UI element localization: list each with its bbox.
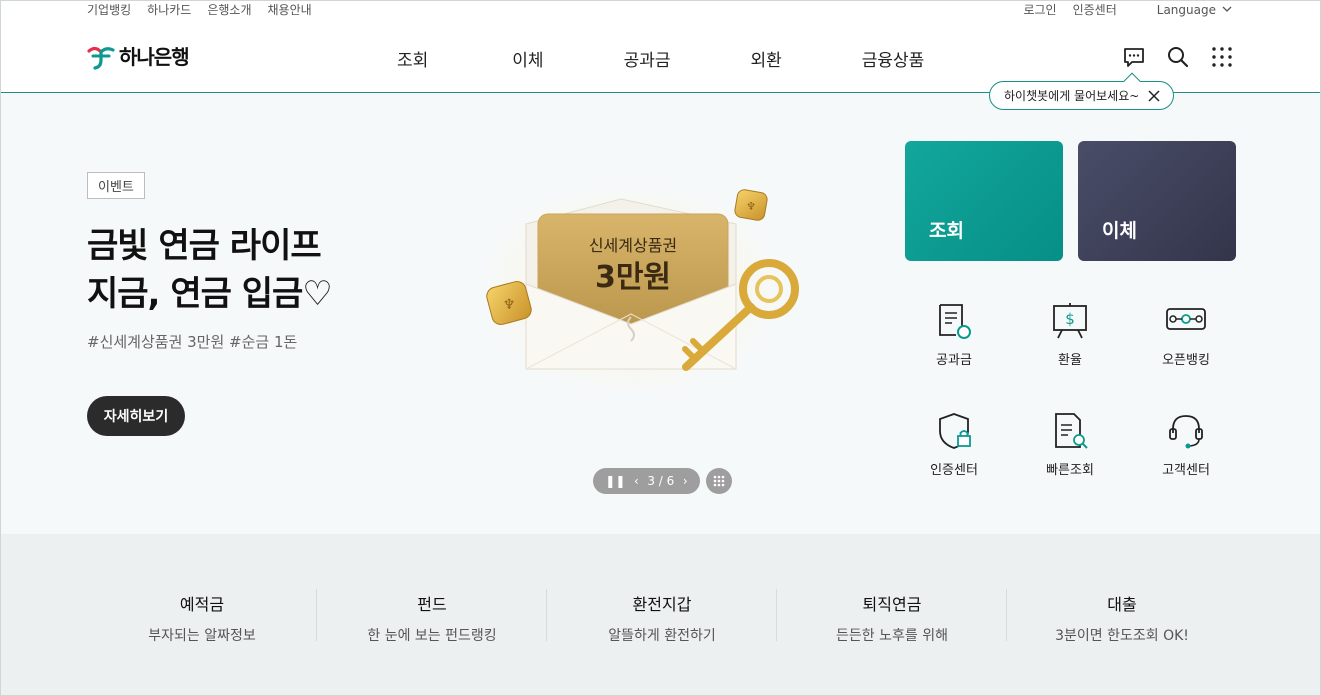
quick-fast-inquiry[interactable]: 빠른조회 <box>1025 411 1115 478</box>
chatbot-tooltip-text: 하이챗봇에게 물어보세요~ <box>1004 89 1140 103</box>
login-link[interactable]: 로그인 <box>1023 1 1056 18</box>
quick-open-banking-label: 오픈뱅킹 <box>1162 353 1210 368</box>
quick-customer-center-label: 고객센터 <box>1162 463 1210 478</box>
all-menu-icon[interactable] <box>1210 45 1234 69</box>
quick-fast-inquiry-label: 빠른조회 <box>1046 463 1094 478</box>
deposits-sub: 부자되는 알짜정보 <box>148 628 256 644</box>
language-label: Language <box>1156 2 1216 17</box>
headline-line-2: 지금, 연금 입금♡ <box>87 274 333 314</box>
svg-text:♆: ♆ <box>503 297 516 313</box>
card-amount: 3만원 <box>595 260 671 295</box>
link-pension[interactable]: 퇴직연금 든든한 노후를 위해 <box>777 589 1007 644</box>
next-arrow-icon[interactable]: › <box>683 474 688 488</box>
shield-lock-icon <box>939 413 971 449</box>
main-nav: 조회 이체 공과금 외환 금융상품 <box>397 46 924 71</box>
tile-inquiry-label: 조회 <box>929 220 964 242</box>
event-badge: 이벤트 <box>87 172 145 199</box>
hero-section: 이벤트 금빛 연금 라이프 지금, 연금 입금♡ #신세계상품권 3만원 #순금… <box>1 94 1320 534</box>
quick-customer-center[interactable]: 고객센터 <box>1141 411 1231 478</box>
tile-transfer[interactable]: 이체 <box>1078 141 1236 261</box>
close-icon[interactable] <box>1147 89 1161 103</box>
chatbot-icon[interactable] <box>1122 45 1146 69</box>
quick-exchange-rate-label: 환율 <box>1058 353 1082 368</box>
funds-title: 펀드 <box>417 595 447 614</box>
quick-utility-bills-label: 공과금 <box>936 353 972 368</box>
cert-center-link[interactable]: 인증센터 <box>1073 1 1117 18</box>
loans-title: 대출 <box>1107 595 1137 614</box>
pause-icon[interactable]: ❚❚ <box>605 474 625 488</box>
nav-inquiry[interactable]: 조회 <box>397 46 428 71</box>
language-selector[interactable]: Language <box>1157 3 1232 17</box>
tile-inquiry[interactable]: 조회 <box>905 141 1063 261</box>
carousel-pager: ❚❚ ‹ 3 / 6 › <box>593 468 700 494</box>
headset-icon <box>1169 415 1203 449</box>
exchange-wallet-title: 환전지갑 <box>632 595 692 614</box>
hero-tags: #신세계상품권 3만원 #순금 1돈 <box>87 333 298 351</box>
tile-transfer-label: 이체 <box>1102 220 1137 242</box>
bill-icon <box>939 304 971 339</box>
pager-count: 3 / 6 <box>647 474 675 488</box>
utility-bar: 기업뱅킹 하나카드 은행소개 채용안내 로그인 인증센터 Language <box>1 1 1320 19</box>
search-icon[interactable] <box>1166 45 1190 69</box>
hana-bank-logo[interactable]: 하나은행 <box>87 41 190 70</box>
carousel-all-button[interactable] <box>706 468 732 494</box>
link-bank-intro[interactable]: 은행소개 <box>207 1 251 18</box>
open-banking-icon <box>1166 308 1206 330</box>
hana-logo-icon <box>87 46 115 70</box>
link-exchange-wallet[interactable]: 환전지갑 알뜰하게 환전하기 <box>547 589 777 644</box>
deposits-title: 예적금 <box>179 595 225 614</box>
logo-text: 하나은행 <box>119 45 190 69</box>
browser-frame: 기업뱅킹 하나카드 은행소개 채용안내 로그인 인증센터 Language 하나… <box>0 0 1321 696</box>
svg-text:♆: ♆ <box>746 200 756 213</box>
quick-open-banking[interactable]: 오픈뱅킹 <box>1141 301 1231 368</box>
link-hana-card[interactable]: 하나카드 <box>147 1 191 18</box>
nav-financial-products[interactable]: 금융상품 <box>862 46 925 71</box>
link-loans[interactable]: 대출 3분이면 한도조회 OK! <box>1007 589 1237 644</box>
card-title: 신세계상품권 <box>589 236 677 255</box>
chatbot-tooltip[interactable]: 하이챗봇에게 물어보세요~ <box>989 81 1174 110</box>
document-search-icon <box>1055 413 1088 449</box>
nav-transfer[interactable]: 이체 <box>512 46 543 71</box>
exchange-wallet-sub: 알뜰하게 환전하기 <box>608 628 716 644</box>
exchange-rate-board-icon: $ <box>1053 303 1087 339</box>
link-recruit[interactable]: 채용안내 <box>268 1 312 18</box>
link-funds[interactable]: 펀드 한 눈에 보는 펀드랭킹 <box>317 589 547 644</box>
pension-sub: 든든한 노후를 위해 <box>836 628 948 644</box>
loans-sub: 3분이면 한도조회 OK! <box>1055 628 1189 644</box>
nav-foreign-exchange[interactable]: 외환 <box>750 46 781 71</box>
quick-cert-center[interactable]: 인증센터 <box>909 411 999 478</box>
hero-headline: 금빛 연금 라이프 지금, 연금 입금♡ <box>87 222 333 318</box>
view-details-button[interactable]: 자세히보기 <box>87 396 185 436</box>
pension-title: 퇴직연금 <box>862 595 922 614</box>
quick-cert-center-label: 인증센터 <box>930 463 978 478</box>
svg-text:$: $ <box>1065 310 1075 328</box>
prev-arrow-icon[interactable]: ‹ <box>634 474 639 488</box>
link-deposits[interactable]: 예적금 부자되는 알짜정보 <box>87 589 317 644</box>
chevron-down-icon <box>1222 6 1232 12</box>
headline-line-1: 금빛 연금 라이프 <box>87 226 322 266</box>
funds-sub: 한 눈에 보는 펀드랭킹 <box>367 628 497 644</box>
nav-utility-bills[interactable]: 공과금 <box>624 46 671 71</box>
gold-coin-top: ♆ <box>734 189 768 221</box>
gift-card-envelope-illustration: 신세계상품권 3만원 ♆ ♆ <box>481 189 799 394</box>
product-links: 예적금 부자되는 알짜정보 펀드 한 눈에 보는 펀드랭킹 환전지갑 알뜰하게 … <box>1 534 1320 695</box>
grid-dots-icon <box>713 475 725 487</box>
link-corporate-banking[interactable]: 기업뱅킹 <box>87 1 131 18</box>
quick-exchange-rate[interactable]: $ 환율 <box>1025 301 1115 368</box>
quick-utility-bills[interactable]: 공과금 <box>909 301 999 368</box>
